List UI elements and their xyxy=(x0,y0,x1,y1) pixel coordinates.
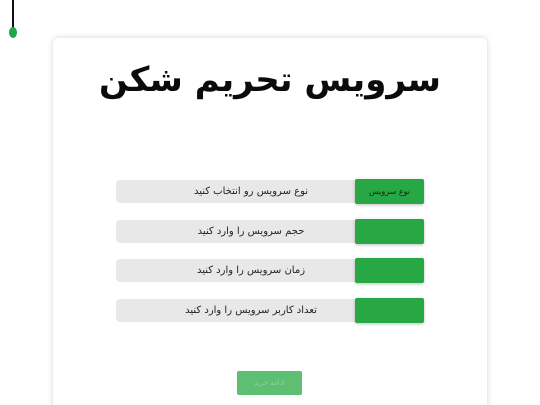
service-type-row: نوع سرویس رو انتخاب کنید نوع سرویس xyxy=(116,179,424,204)
form-card: سرویس تحریم شکن نوع سرویس رو انتخاب کنید… xyxy=(53,38,487,405)
service-duration-row: زمان سرویس را وارد کنید xyxy=(116,258,424,283)
service-volume-row: حجم سرویس را وارد کنید xyxy=(116,219,424,244)
user-count-field[interactable]: تعداد کاربر سرویس را وارد کنید xyxy=(116,299,356,322)
status-dot-icon xyxy=(9,27,17,38)
user-count-button[interactable] xyxy=(355,298,424,323)
page-title: سرویس تحریم شکن xyxy=(99,60,441,100)
service-volume-button[interactable] xyxy=(355,219,424,244)
continue-purchase-button[interactable]: ادامه خرید xyxy=(237,371,302,395)
service-duration-button[interactable] xyxy=(355,258,424,283)
indicator-line xyxy=(12,0,14,30)
service-type-button[interactable]: نوع سرویس xyxy=(355,179,424,204)
service-volume-field[interactable]: حجم سرویس را وارد کنید xyxy=(116,220,356,243)
user-count-row: تعداد کاربر سرویس را وارد کنید xyxy=(116,298,424,323)
service-type-field[interactable]: نوع سرویس رو انتخاب کنید xyxy=(116,180,356,203)
service-duration-field[interactable]: زمان سرویس را وارد کنید xyxy=(116,259,356,282)
